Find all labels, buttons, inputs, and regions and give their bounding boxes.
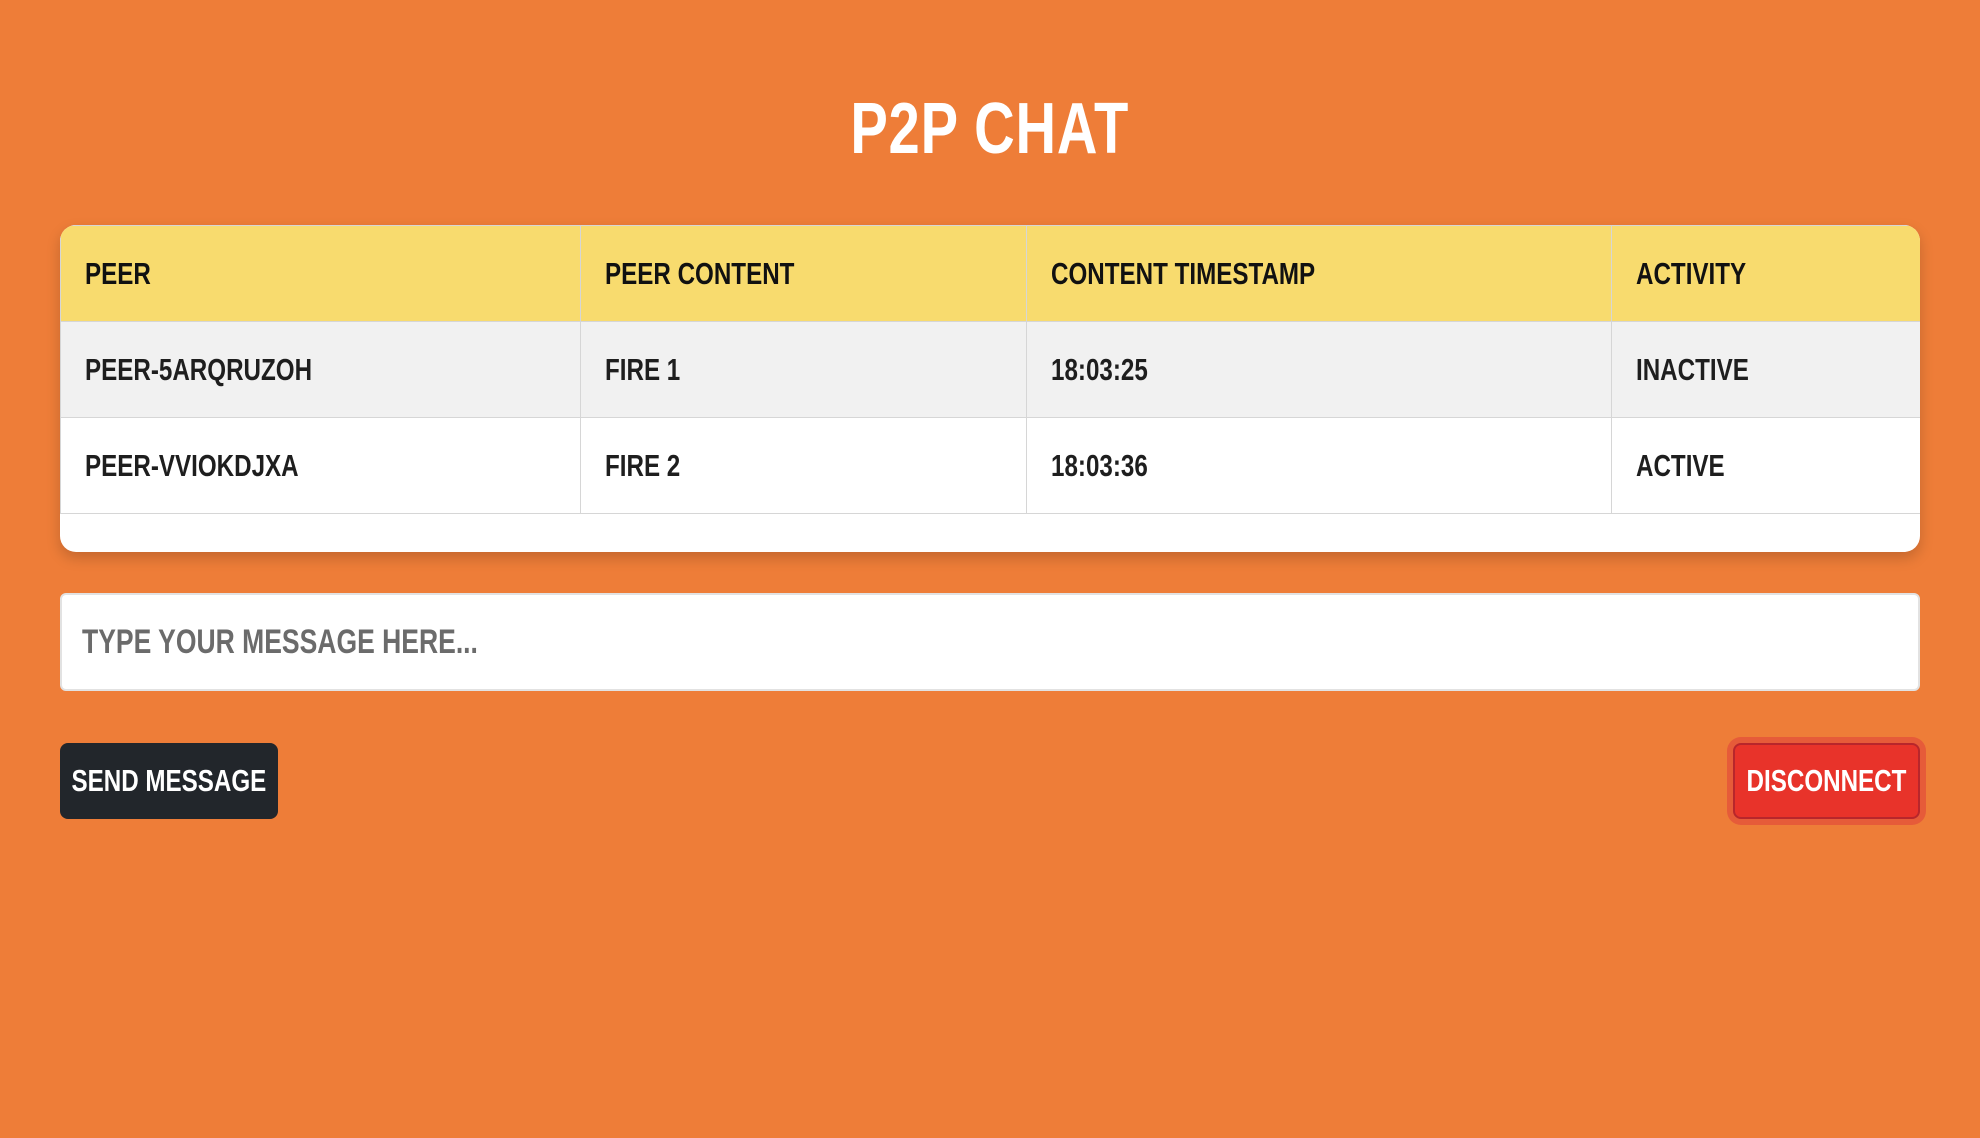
send-message-label: SEND MESSAGE	[71, 763, 267, 798]
page-title: P2P CHAT	[0, 84, 1980, 174]
column-header-label: ACTIVITY	[1636, 255, 1747, 291]
column-header-content-timestamp: CONTENT TIMESTAMP	[1026, 225, 1612, 322]
cell-activity: ACTIVE	[1611, 417, 1920, 514]
message-input[interactable]: TYPE YOUR MESSAGE HERE...	[60, 593, 1920, 691]
column-header-label: CONTENT TIMESTAMP	[1051, 255, 1316, 291]
page-title-text: P2P CHAT	[850, 89, 1130, 169]
cell-peer: PEER-VVIOKDJXA	[60, 417, 581, 514]
cell-timestamp: 18:03:25	[1026, 321, 1612, 418]
cell-text: ACTIVE	[1636, 447, 1725, 483]
disconnect-button[interactable]: DISCONNECT	[1733, 743, 1920, 819]
send-message-button[interactable]: SEND MESSAGE	[60, 743, 278, 819]
cell-peer-content: FIRE 2	[580, 417, 1027, 514]
cell-text: 18:03:36	[1051, 447, 1148, 483]
peer-table: PEER PEER CONTENT CONTENT TIMESTAMP ACTI…	[60, 225, 1920, 514]
disconnect-label: DISCONNECT	[1746, 763, 1907, 798]
cell-text: FIRE 2	[605, 447, 681, 483]
table-row: PEER-5ARQRUZOH FIRE 1 18:03:25 INACTIVE	[60, 321, 1920, 418]
cell-text: PEER-5ARQRUZOH	[85, 351, 313, 387]
column-header-peer-content: PEER CONTENT	[580, 225, 1027, 322]
cell-text: INACTIVE	[1636, 351, 1749, 387]
table-row: PEER-VVIOKDJXA FIRE 2 18:03:36 ACTIVE	[60, 417, 1920, 514]
peer-table-card: PEER PEER CONTENT CONTENT TIMESTAMP ACTI…	[60, 225, 1920, 552]
cell-text: PEER-VVIOKDJXA	[85, 447, 299, 483]
cell-activity: INACTIVE	[1611, 321, 1920, 418]
cell-timestamp: 18:03:36	[1026, 417, 1612, 514]
cell-peer: PEER-5ARQRUZOH	[60, 321, 581, 418]
column-header-peer: PEER	[60, 225, 581, 322]
column-header-label: PEER	[85, 255, 151, 291]
table-header-row: PEER PEER CONTENT CONTENT TIMESTAMP ACTI…	[60, 225, 1920, 322]
cell-text: 18:03:25	[1051, 351, 1148, 387]
column-header-activity: ACTIVITY	[1611, 225, 1920, 322]
message-input-placeholder: TYPE YOUR MESSAGE HERE...	[82, 622, 478, 661]
column-header-label: PEER CONTENT	[605, 255, 795, 291]
cell-text: FIRE 1	[605, 351, 681, 387]
cell-peer-content: FIRE 1	[580, 321, 1027, 418]
